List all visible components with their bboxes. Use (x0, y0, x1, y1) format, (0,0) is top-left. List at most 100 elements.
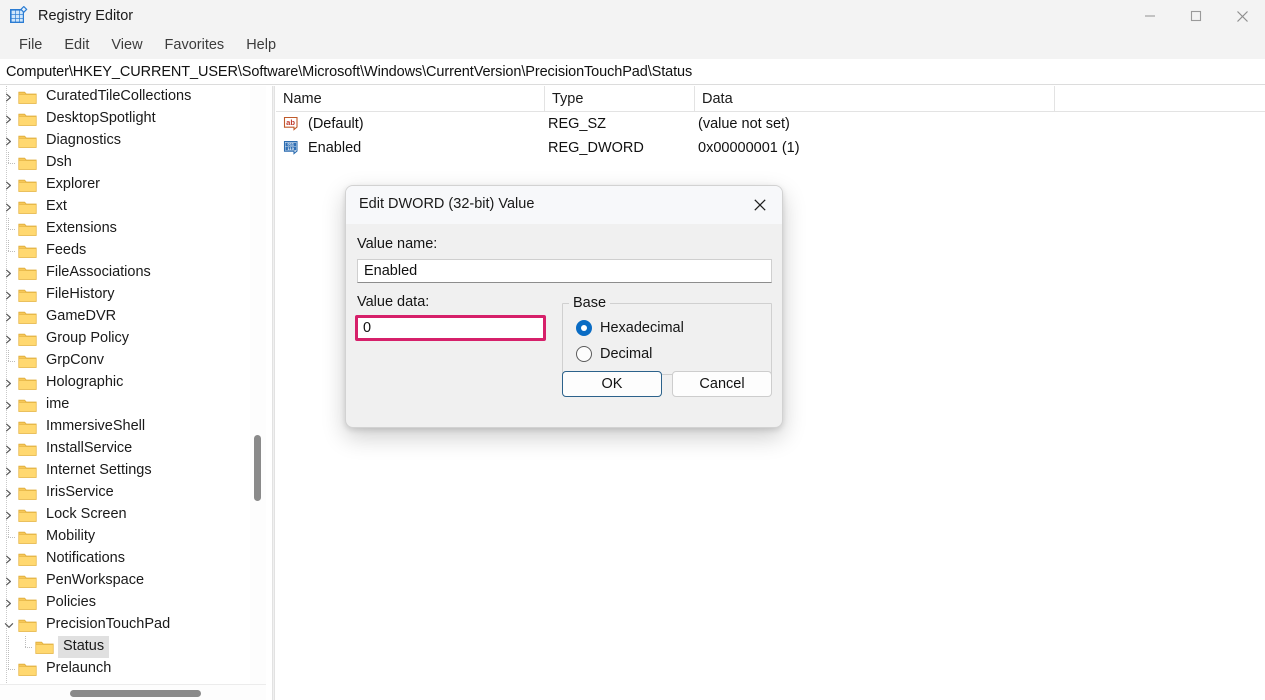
window-controls (1127, 0, 1265, 32)
tree-item-installservice[interactable]: InstallService (0, 438, 250, 460)
tree-item-penworkspace[interactable]: PenWorkspace (0, 570, 250, 592)
chevron-down-icon[interactable] (0, 614, 17, 636)
column-header-type[interactable]: Type (545, 86, 695, 112)
tree-item-filehistory[interactable]: FileHistory (0, 284, 250, 306)
tree-item-ext[interactable]: Ext (0, 196, 250, 218)
value-data-input[interactable]: 0 (355, 315, 546, 341)
column-header-name[interactable]: Name (276, 86, 545, 112)
chevron-right-icon[interactable] (0, 262, 17, 284)
tree-item-label: Dsh (46, 154, 72, 170)
radio-decimal[interactable]: Decimal (576, 346, 652, 362)
chevron-right-icon[interactable] (0, 372, 17, 394)
menu-item-file[interactable]: File (8, 34, 53, 57)
tree-indent-guide (0, 636, 17, 658)
radio-hexadecimal-label: Hexadecimal (600, 320, 684, 336)
menu-item-view[interactable]: View (100, 34, 153, 57)
menu-item-favorites[interactable]: Favorites (154, 34, 236, 57)
tree-item-label: Lock Screen (46, 506, 127, 522)
tree-item-holographic[interactable]: Holographic (0, 372, 250, 394)
tree-item-ime[interactable]: ime (0, 394, 250, 416)
folder-icon (17, 174, 38, 196)
menu-item-help[interactable]: Help (235, 34, 287, 57)
tree-item-group-policy[interactable]: Group Policy (0, 328, 250, 350)
menu-item-edit[interactable]: Edit (53, 34, 100, 57)
chevron-right-icon[interactable] (0, 196, 17, 218)
radio-hexadecimal-indicator (576, 320, 592, 336)
chevron-right-icon[interactable] (0, 504, 17, 526)
chevron-right-icon[interactable] (0, 592, 17, 614)
tree-horizontal-scroll-thumb[interactable] (70, 690, 201, 697)
radio-hexadecimal[interactable]: Hexadecimal (576, 320, 684, 336)
registry-tree: CuratedTileCollections DesktopSpotlight Di… (0, 86, 250, 684)
folder-icon (17, 482, 38, 504)
chevron-right-icon[interactable] (0, 86, 17, 108)
tree-item-explorer[interactable]: Explorer (0, 174, 250, 196)
tree-item-mobility[interactable]: Mobility (0, 526, 250, 548)
value-name-cell: ab (Default) (283, 116, 364, 132)
chevron-right-icon[interactable] (0, 130, 17, 152)
tree-item-dsh[interactable]: Dsh (0, 152, 250, 174)
dialog-title: Edit DWORD (32-bit) Value (359, 196, 535, 212)
chevron-right-icon[interactable] (0, 284, 17, 306)
tree-item-lock-screen[interactable]: Lock Screen (0, 504, 250, 526)
tree-item-status[interactable]: Status (0, 636, 250, 658)
tree-vertical-scroll-thumb[interactable] (254, 435, 261, 501)
tree-item-prelaunch[interactable]: Prelaunch (0, 658, 250, 680)
table-row[interactable]: ab (Default) REG_SZ (value not set) (276, 112, 1265, 136)
minimize-icon[interactable] (1127, 0, 1173, 32)
value-data-label: Value data: (357, 294, 430, 310)
chevron-right-icon[interactable] (0, 438, 17, 460)
tree-item-curatedtilecollections[interactable]: CuratedTileCollections (0, 86, 250, 108)
tree-indent-elbow (0, 152, 17, 174)
tree-item-label: GameDVR (46, 308, 117, 324)
close-icon[interactable] (1219, 0, 1265, 32)
tree-item-notifications[interactable]: Notifications (0, 548, 250, 570)
tree-indent-elbow (17, 636, 34, 658)
tree-item-immersiveshell[interactable]: ImmersiveShell (0, 416, 250, 438)
folder-icon (17, 438, 38, 460)
tree-item-diagnostics[interactable]: Diagnostics (0, 130, 250, 152)
address-bar[interactable]: Computer\HKEY_CURRENT_USER\Software\Micr… (0, 59, 1265, 85)
chevron-right-icon[interactable] (0, 328, 17, 350)
tree-item-desktopspotlight[interactable]: DesktopSpotlight (0, 108, 250, 130)
tree-vertical-scrollbar[interactable] (250, 86, 266, 684)
tree-item-feeds[interactable]: Feeds (0, 240, 250, 262)
chevron-right-icon[interactable] (0, 460, 17, 482)
dword-value-icon: 011 110 (283, 140, 303, 156)
close-icon[interactable] (738, 186, 782, 224)
chevron-right-icon[interactable] (0, 306, 17, 328)
pane-splitter[interactable] (272, 86, 275, 700)
tree-horizontal-scrollbar[interactable] (0, 684, 266, 700)
tree-item-grpconv[interactable]: GrpConv (0, 350, 250, 372)
window-title: Registry Editor (38, 8, 134, 24)
folder-icon (17, 526, 38, 548)
tree-item-policies[interactable]: Policies (0, 592, 250, 614)
table-row[interactable]: 011 110 Enabled REG_DWORD 0x00000001 (1) (276, 136, 1265, 160)
folder-icon (17, 284, 38, 306)
tree-item-gamedvr[interactable]: GameDVR (0, 306, 250, 328)
column-header-data[interactable]: Data (695, 86, 1055, 112)
chevron-right-icon[interactable] (0, 394, 17, 416)
tree-item-precisiontouchpad[interactable]: PrecisionTouchPad (0, 614, 250, 636)
ok-button[interactable]: OK (562, 371, 662, 397)
folder-icon (17, 394, 38, 416)
cancel-button[interactable]: Cancel (672, 371, 772, 397)
maximize-icon[interactable] (1173, 0, 1219, 32)
chevron-right-icon[interactable] (0, 174, 17, 196)
tree-indent-elbow (0, 350, 17, 372)
chevron-right-icon[interactable] (0, 482, 17, 504)
chevron-right-icon[interactable] (0, 548, 17, 570)
dialog-body: Value name: Enabled Value data: 0 Base H… (346, 224, 782, 427)
tree-item-extensions[interactable]: Extensions (0, 218, 250, 240)
chevron-right-icon[interactable] (0, 416, 17, 438)
tree-item-fileassociations[interactable]: FileAssociations (0, 262, 250, 284)
tree-item-label: Diagnostics (46, 132, 121, 148)
folder-icon (17, 240, 38, 262)
string-value-icon: ab (283, 116, 303, 132)
folder-icon (17, 460, 38, 482)
chevron-right-icon[interactable] (0, 108, 17, 130)
chevron-right-icon[interactable] (0, 570, 17, 592)
value-name-input[interactable]: Enabled (357, 259, 772, 283)
tree-item-irisservice[interactable]: IrisService (0, 482, 250, 504)
tree-item-internet-settings[interactable]: Internet Settings (0, 460, 250, 482)
